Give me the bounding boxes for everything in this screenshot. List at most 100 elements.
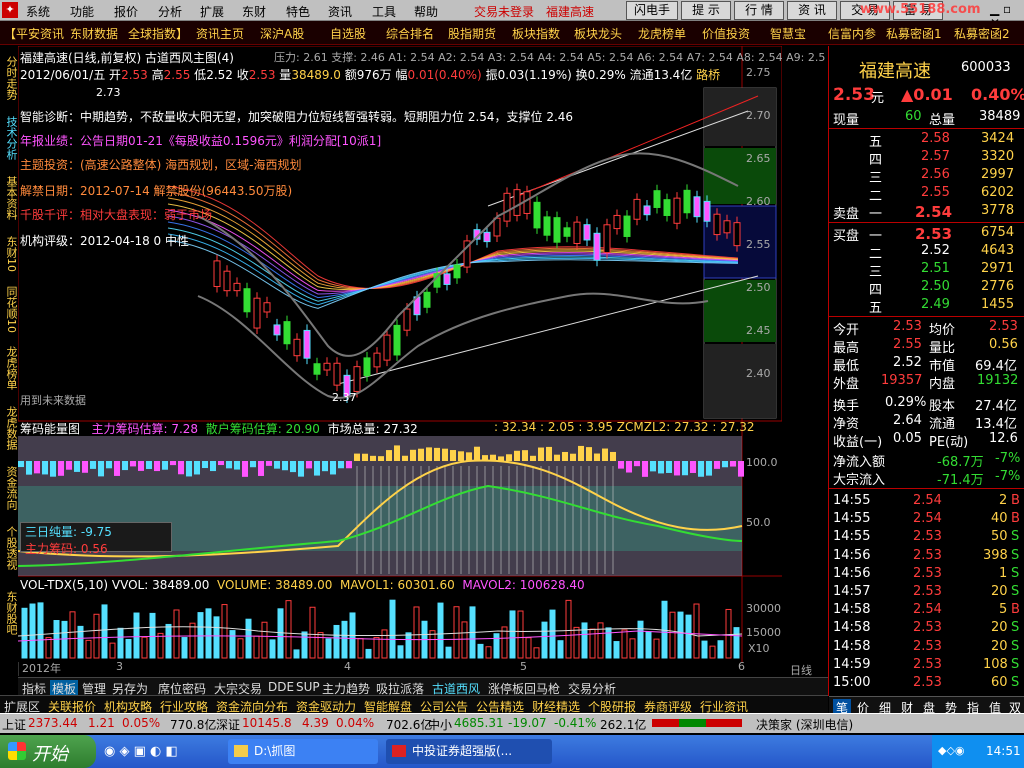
nav-item-private-2[interactable]: 私募密函2 <box>954 25 1010 42</box>
nav-item-dongcai-data[interactable]: 东财数据 <box>70 25 118 42</box>
alert-button[interactable]: 提 示 <box>681 1 731 20</box>
volume-bar <box>621 629 628 659</box>
sell-level-2[interactable]: 二 2.55 6202 <box>829 184 1024 204</box>
nav-item-dragon-tiger[interactable]: 龙虎榜单 <box>638 25 686 42</box>
side-tab-ths10[interactable]: 同花顺10 <box>1 286 18 333</box>
nav-item-pingan[interactable]: 【平安资讯 <box>4 25 64 42</box>
kline-chart-area[interactable]: 福建高速(日线,前复权) 古道西风主图(4) 压力: 2.61 支撑: 2.46… <box>18 46 825 675</box>
news-button[interactable]: 资 讯 <box>787 1 837 20</box>
sh-index[interactable]: 2373.44 <box>28 716 78 730</box>
menu-item-quote[interactable]: 报价 <box>114 3 138 20</box>
menu-item-special[interactable]: 特色 <box>286 3 310 20</box>
note-unlock[interactable]: 解禁日期：2012-07-14 解禁股份(96443.50万股) <box>20 182 292 199</box>
volume-bar <box>461 621 468 659</box>
side-tab-technical[interactable]: 技术分析 <box>1 116 18 160</box>
nav-item-sector-leader[interactable]: 板块龙头 <box>574 25 622 42</box>
side-tab-fundamentals[interactable]: 基本资料 <box>1 176 18 220</box>
nav-item-value-invest[interactable]: 价值投资 <box>702 25 750 42</box>
nav-item-sector-index[interactable]: 板块指数 <box>512 25 560 42</box>
note-diagnosis[interactable]: 智能诊断：中期趋势，不敌量收大阳无望，加突破阻力位短线暂强转弱。短期阻力位 2.… <box>20 108 573 125</box>
nav-item-private-1[interactable]: 私募密函1 <box>886 25 942 42</box>
chip-bar <box>450 450 456 461</box>
quicklaunch-icons[interactable]: ◉ ◈ ▣ ◐ ◧ <box>104 744 178 759</box>
note-comment[interactable]: 千股千评：相对大盘表现：弱于市场 <box>20 206 212 223</box>
sell-level-1[interactable]: 卖盘一 2.54 3778 <box>829 202 1024 222</box>
tick-side: B <box>1011 602 1020 618</box>
menu-item-system[interactable]: 系统 <box>26 3 50 20</box>
menu-item-extend[interactable]: 扩展 <box>200 3 224 20</box>
taskbar-item-app[interactable]: 中投证券超强版(... <box>386 739 552 764</box>
tick-price: 2.53 <box>913 547 942 563</box>
volume-bar <box>237 638 244 659</box>
side-tab-dragon-data[interactable]: 龙虎数据 <box>1 406 18 450</box>
nav-item-a-shares[interactable]: 深沪A股 <box>260 25 304 42</box>
market-button[interactable]: 行 情 <box>734 1 784 20</box>
menu-item-dongcai[interactable]: 东财 <box>242 3 266 20</box>
stat-row: 最高 2.55 量比 0.56 <box>833 337 1018 356</box>
candle-body <box>503 192 511 222</box>
side-tab-forum[interactable]: 东财股吧 <box>1 591 18 635</box>
side-tab-fund-flow[interactable]: 资金流向 <box>1 466 18 510</box>
nav-item-watchlist[interactable]: 自选股 <box>330 25 366 42</box>
volume-bar <box>613 641 620 659</box>
side-tab-stock-view[interactable]: 个股透视 <box>1 526 18 570</box>
note-theme[interactable]: 主题投资：(高速公路整体) 海西规划，区域-海西规划 <box>20 156 302 173</box>
note-rating[interactable]: 机构评级：2012-04-18 0 中性 <box>20 232 189 249</box>
tick-row: 14:56 2.53 1 S <box>829 565 1024 583</box>
index-status-bar: 上证 2373.44 1.21 0.05% 770.8亿 深证 10145.8 … <box>0 713 1024 733</box>
volume-bar <box>285 600 292 659</box>
note-annual-report[interactable]: 年报业绩：公告日期01-21《每股收益0.1596元》利润分配[10派1] <box>20 132 381 149</box>
candle-body <box>243 288 251 313</box>
candle-body <box>733 222 741 247</box>
period-label[interactable]: 日线 <box>790 662 812 678</box>
menu-item-news[interactable]: 资讯 <box>328 3 352 20</box>
side-tab-dragon-list[interactable]: 龙虎榜单 <box>1 346 18 390</box>
decision-maker-label[interactable]: 决策家 (深圳电信) <box>756 716 853 733</box>
tick-time: 14:55 <box>833 511 871 527</box>
chip-bar <box>394 445 400 461</box>
side-tab-dongcai10[interactable]: 东财10 <box>1 236 18 272</box>
volume-bar <box>357 638 364 659</box>
start-button[interactable]: 开始 <box>0 735 96 768</box>
flash-trade-button[interactable]: 闪电手 <box>626 1 678 20</box>
buy-level-5[interactable]: 五 2.49 1455 <box>829 296 1024 316</box>
menu-bar: ✦ 系统 功能 报价 分析 扩展 东财 特色 资讯 工具 帮助 交易未登录 福建… <box>0 0 1024 30</box>
divider <box>829 488 1024 489</box>
nav-item-insider[interactable]: 信富内参 <box>828 25 876 42</box>
chip-bar <box>354 453 360 461</box>
nav-item-futures[interactable]: 股指期货 <box>448 25 496 42</box>
tab-dde[interactable]: DDE <box>268 680 294 694</box>
sz-index[interactable]: 10145.8 <box>242 716 292 730</box>
sell-level-3[interactable]: 三 2.56 2997 <box>829 166 1024 186</box>
nav-item-zhihuibao[interactable]: 智慧宝 <box>770 25 806 42</box>
taskbar-item-folder[interactable]: D:\抓图 <box>228 739 378 764</box>
tick-volume: 398 <box>983 547 1008 563</box>
sell-level-5[interactable]: 五 2.58 3424 <box>829 130 1024 150</box>
window-controls[interactable]: ▁ ▫ ✕ <box>990 2 1020 30</box>
side-tab-timeshare[interactable]: 分时走势 <box>1 56 18 100</box>
menu-item-tools[interactable]: 工具 <box>372 3 396 20</box>
chip-bar <box>442 448 448 461</box>
volume-bar <box>541 621 548 659</box>
buy-level-4[interactable]: 四 2.50 2776 <box>829 278 1024 298</box>
quote-panel: 福建高速 600033 2.53 元 ▲0.01 0.40% 现量 60 总量 … <box>828 46 1024 716</box>
ohlc-line: 2012/06/01/五 开2.53 高2.55 低2.52 收2.53 量38… <box>20 68 721 82</box>
tray-icons[interactable]: ◆◇◉ <box>938 744 965 757</box>
nav-item-global-index[interactable]: 全球指数】 <box>128 25 188 42</box>
tab-sup[interactable]: SUP <box>296 680 320 694</box>
volume-bar <box>677 611 684 659</box>
buy-level-3[interactable]: 三 2.51 2971 <box>829 260 1024 280</box>
zx-index[interactable]: 4685.31 <box>454 716 504 730</box>
candle-body <box>263 302 271 313</box>
menu-item-analysis[interactable]: 分析 <box>158 3 182 20</box>
candle-body <box>323 362 331 371</box>
chip-bar <box>458 451 464 461</box>
nav-item-ranking[interactable]: 综合排名 <box>386 25 434 42</box>
menu-item-help[interactable]: 帮助 <box>414 3 438 20</box>
candle-body <box>273 324 281 336</box>
nav-item-news-home[interactable]: 资讯主页 <box>196 25 244 42</box>
buy-level-2[interactable]: 二 2.52 4643 <box>829 242 1024 262</box>
menu-item-function[interactable]: 功能 <box>70 3 94 20</box>
sell-level-4[interactable]: 四 2.57 3320 <box>829 148 1024 168</box>
buy-level-1[interactable]: 买盘一 2.53 6754 <box>829 224 1024 244</box>
